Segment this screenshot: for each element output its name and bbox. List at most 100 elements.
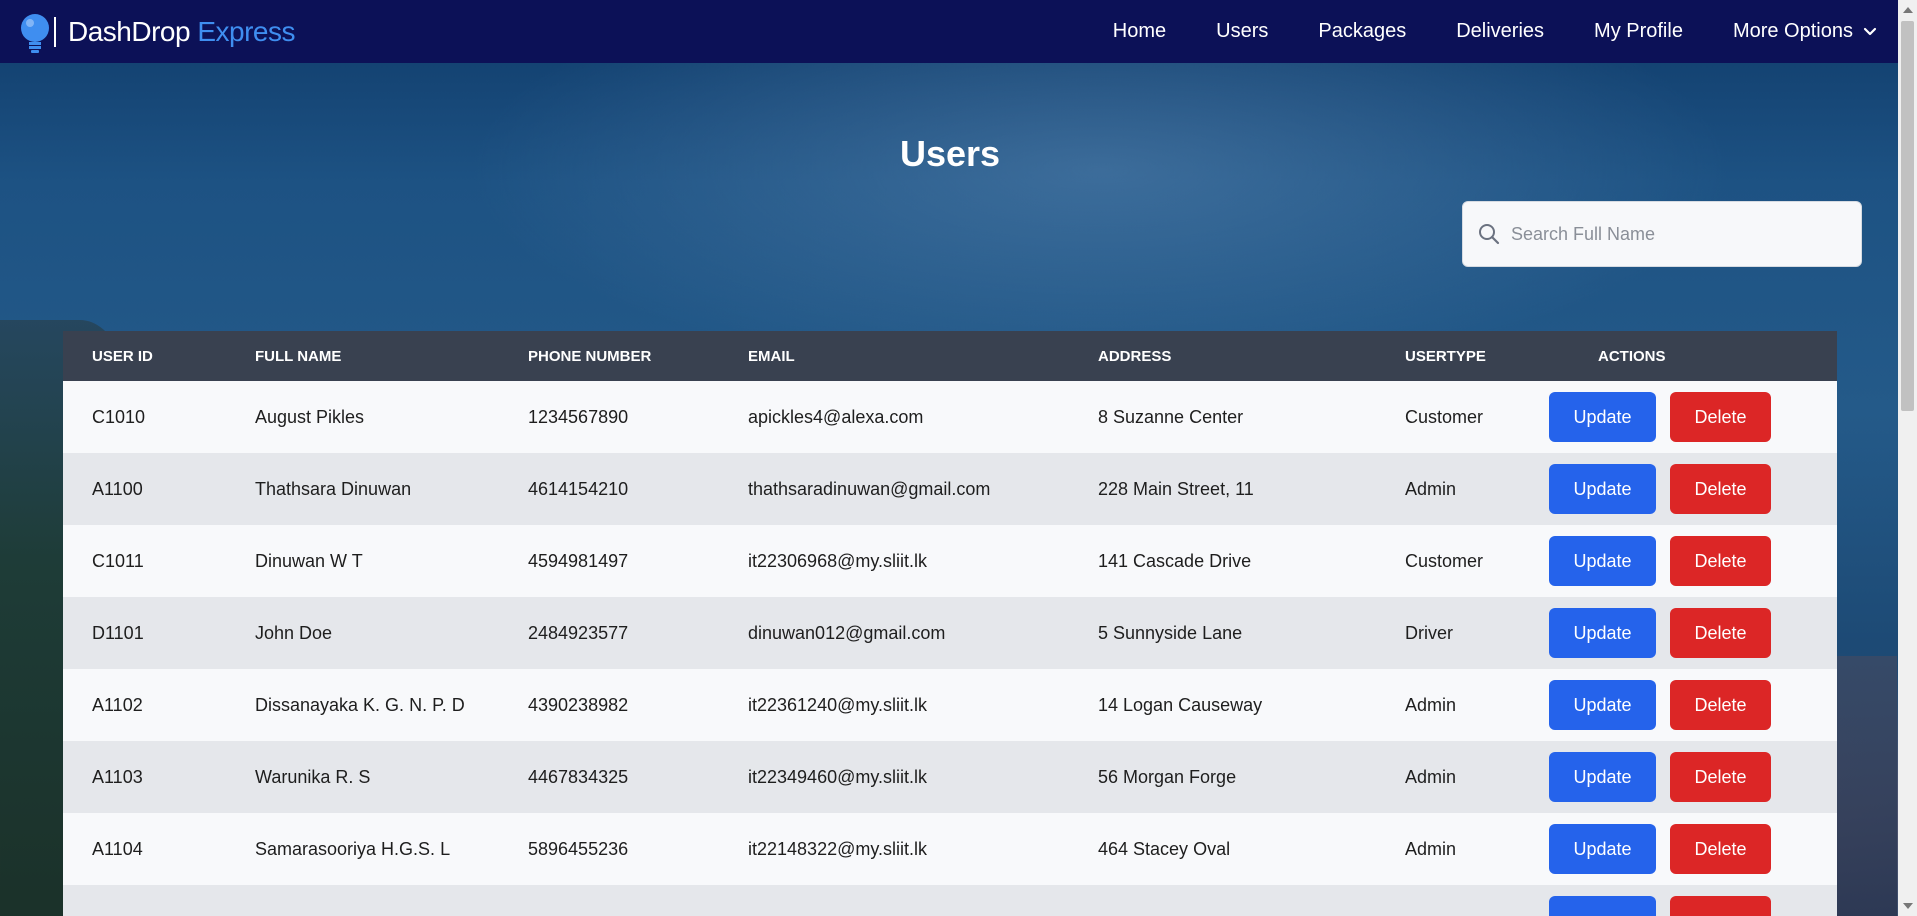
- header-full-name: Full Name: [255, 347, 342, 365]
- cell-empty: [226, 885, 499, 916]
- update-button-partial[interactable]: [1549, 896, 1656, 916]
- table-header-row: User ID Full Name Phone Number Email Add…: [63, 331, 1837, 381]
- cell-empty: [1069, 885, 1376, 916]
- cell-phone-number: 4614154210: [528, 478, 629, 499]
- search-input[interactable]: [1511, 223, 1841, 245]
- cell-address: 14 Logan Causeway: [1098, 694, 1263, 715]
- cell-email: thathsaradinuwan@gmail.com: [748, 478, 991, 499]
- cell-empty: [1549, 885, 1837, 916]
- update-button[interactable]: Update: [1549, 752, 1656, 802]
- cell-usertype: Driver: [1405, 622, 1453, 643]
- header-usertype: UserType: [1405, 347, 1486, 365]
- delete-button-partial[interactable]: [1670, 896, 1771, 916]
- brand-name-main: DashDrop: [68, 15, 191, 47]
- cell-usertype: Admin: [1405, 694, 1457, 715]
- cell-address: 5 Sunnyside Lane: [1098, 622, 1243, 643]
- cell-email: it22148322@my.sliit.lk: [748, 838, 928, 859]
- cell-user-id: C1010: [92, 406, 146, 427]
- cell-full-name: Warunika R. S: [255, 766, 371, 787]
- cell-address: 464 Stacey Oval: [1098, 838, 1231, 859]
- cell-address: 141 Cascade Drive: [1098, 550, 1252, 571]
- cell-email: it22306968@my.sliit.lk: [748, 550, 928, 571]
- cell-user-id: A1100: [92, 478, 143, 499]
- update-button[interactable]: Update: [1549, 608, 1656, 658]
- delete-button[interactable]: Delete: [1670, 392, 1771, 442]
- cell-address: 8 Suzanne Center: [1098, 406, 1244, 427]
- table-row: A1103 Warunika R. S 4467834325 it22349460@m…: [63, 741, 1837, 813]
- cell-actions: Update Delete: [1549, 597, 1837, 669]
- cell-usertype: Admin: [1405, 838, 1457, 859]
- cell-address: 56 Morgan Forge: [1098, 766, 1237, 787]
- cell-user-id: C1011: [92, 550, 144, 571]
- search-icon: [1479, 224, 1500, 245]
- delete-button[interactable]: Delete: [1670, 680, 1771, 730]
- update-button[interactable]: Update: [1549, 680, 1656, 730]
- users-table: User ID Full Name Phone Number Email Add…: [63, 331, 1837, 916]
- table-row-partial: [63, 885, 1837, 916]
- update-button[interactable]: Update: [1549, 464, 1656, 514]
- cell-empty: [63, 885, 226, 916]
- page-scrollbar[interactable]: [1898, 0, 1917, 916]
- cell-actions: Update Delete: [1549, 669, 1837, 741]
- delete-button[interactable]: Delete: [1670, 464, 1771, 514]
- cell-user-id: A1102: [92, 694, 143, 715]
- brand-logo[interactable]: DashDrop Express: [18, 11, 295, 53]
- search-box[interactable]: [1462, 201, 1862, 267]
- cell-full-name: August Pikles: [255, 406, 365, 427]
- cell-phone-number: 4390238982: [528, 694, 629, 715]
- nav-deliveries[interactable]: Deliveries: [1456, 20, 1544, 43]
- header-email: Email: [748, 347, 795, 365]
- chevron-down-icon: [1863, 27, 1877, 35]
- header-actions: Actions: [1598, 347, 1666, 365]
- page-title: Users: [899, 133, 1001, 174]
- nav-more-options[interactable]: More Options: [1733, 20, 1877, 43]
- cell-full-name: Thathsara Dinuwan: [255, 478, 412, 499]
- update-button[interactable]: Update: [1549, 392, 1656, 442]
- users-table-container: User ID Full Name Phone Number Email Add…: [63, 331, 1837, 916]
- cell-phone-number: 5896455236: [528, 838, 629, 859]
- cell-user-id: A1103: [92, 766, 143, 787]
- cell-phone-number: 1234567890: [528, 406, 629, 427]
- cell-actions: Update Delete: [1549, 525, 1837, 597]
- cell-actions: Update Delete: [1549, 813, 1837, 885]
- cell-actions: Update Delete: [1549, 381, 1837, 453]
- cell-user-id: D1101: [92, 622, 144, 643]
- brand-name: DashDrop Express: [68, 16, 295, 48]
- cell-usertype: Admin: [1405, 478, 1457, 499]
- brand-divider: [54, 16, 56, 47]
- scroll-down-arrow-icon[interactable]: [1903, 903, 1913, 909]
- cell-full-name: John Doe: [255, 622, 333, 643]
- delete-button[interactable]: Delete: [1670, 752, 1771, 802]
- cell-user-id: A1104: [92, 838, 143, 859]
- nav-users[interactable]: Users: [1216, 20, 1268, 43]
- scroll-thumb[interactable]: [1901, 21, 1914, 411]
- header-user-id: User ID: [92, 347, 153, 365]
- header-phone-number: Phone Number: [528, 347, 652, 365]
- delete-button[interactable]: Delete: [1670, 608, 1771, 658]
- cell-address: 228 Main Street, 11: [1098, 478, 1254, 499]
- nav-home[interactable]: Home: [1113, 20, 1166, 43]
- cell-email: it22361240@my.sliit.lk: [748, 694, 928, 715]
- nav-links: Home Users Packages Deliveries My Profil…: [1113, 20, 1877, 43]
- scroll-up-arrow-icon[interactable]: [1903, 7, 1913, 13]
- cell-full-name: Dissanayaka K. G. N. P. D: [255, 694, 465, 715]
- cell-usertype: Admin: [1405, 766, 1457, 787]
- cell-email: dinuwan012@gmail.com: [748, 622, 946, 643]
- cell-full-name: Dinuwan W T: [255, 550, 363, 571]
- navbar: DashDrop Express Home Users Packages Del…: [0, 0, 1917, 63]
- table-row: C1011 Dinuwan W T 4594981497 it22306968@my.…: [63, 525, 1837, 597]
- update-button[interactable]: Update: [1549, 536, 1656, 586]
- delete-button[interactable]: Delete: [1670, 536, 1771, 586]
- cell-empty: [1376, 885, 1549, 916]
- cell-actions: Update Delete: [1549, 741, 1837, 813]
- nav-my-profile[interactable]: My Profile: [1594, 20, 1683, 43]
- table-row: A1102 Dissanayaka K. G. N. P. D 4390238982…: [63, 669, 1837, 741]
- table-row: A1100 Thathsara Dinuwan 4614154210 thathsar…: [63, 453, 1837, 525]
- update-button[interactable]: Update: [1549, 824, 1656, 874]
- brand-name-accent: Express: [197, 15, 295, 47]
- nav-packages[interactable]: Packages: [1318, 20, 1406, 43]
- cell-usertype: Customer: [1405, 550, 1484, 571]
- delete-button[interactable]: Delete: [1670, 824, 1771, 874]
- cell-email: it22349460@my.sliit.lk: [748, 766, 928, 787]
- cell-usertype: Customer: [1405, 406, 1484, 427]
